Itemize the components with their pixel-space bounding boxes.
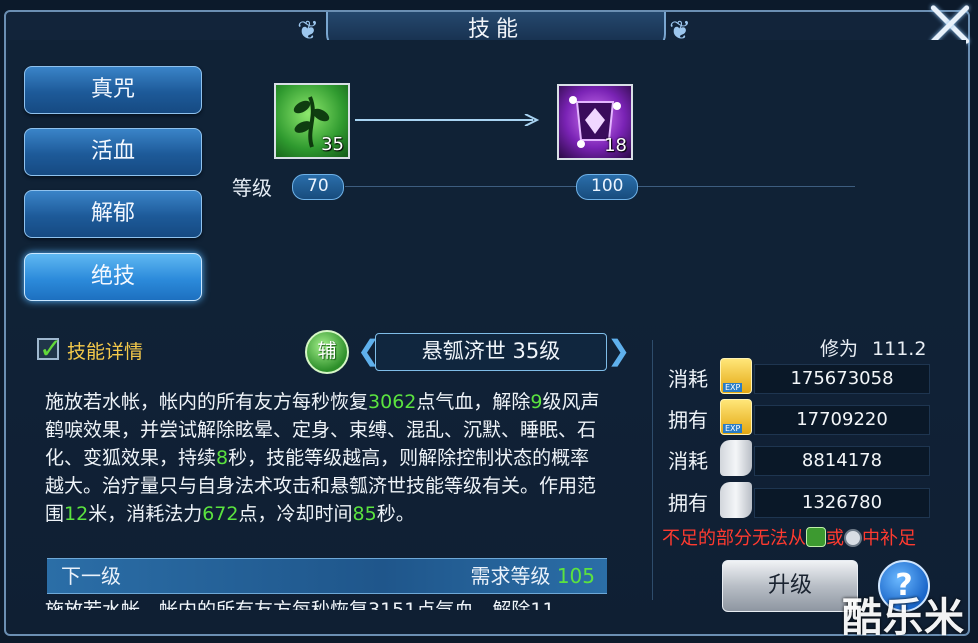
exp-book-icon [720,358,752,394]
level-label: 等级 [232,176,272,200]
warning-text-3: 中补足 [862,528,916,549]
purple-leaf-skill-icon[interactable]: 18 [557,84,633,160]
cost-label: 消耗 [668,367,708,391]
tab-zhenzhou[interactable]: 真咒 [24,66,202,114]
tab-jieyu[interactable]: 解郁 [24,190,202,238]
cost-exp-value: 175673058 [754,364,930,394]
skill-detail-panel: ✓ 技能详情 辅 ❮ 悬瓠济世 35级 ❯ 施放若水帐，帐内的所有友方每秒恢复3… [35,330,635,620]
cultivation-value: 111.2 [872,338,927,360]
skill-description: 施放若水帐，帐内的所有友方每秒恢复3062点气血，解除9级风声鹤唳效果，并尝试解… [45,388,605,528]
own-silver-row: 拥有 1326780 [668,482,933,518]
highlight-number: 672 [202,503,239,525]
highlight-number: 85 [352,503,377,525]
cultivation-readout: 修为 111.2 [820,334,926,361]
description-text: 秒。 [376,503,415,525]
description-text: 施放若水帐，帐内的所有友方每秒恢复 [45,391,369,413]
required-level-label: 需求等级 105 [470,559,595,593]
detail-checkbox[interactable]: ✓ [37,332,62,365]
required-level-value: 105 [556,564,595,588]
detail-checkbox-label[interactable]: 技能详情 [67,337,143,364]
cultivation-label: 修为 [820,338,859,360]
highlight-number: 9 [530,391,543,413]
ornament-right-icon: ❯ [607,334,631,367]
own-exp-row: 拥有 17709220 [668,399,933,435]
skill-level-badge: 18 [604,135,627,156]
cost-silver-value: 8814178 [754,446,930,476]
own-label: 拥有 [668,491,708,515]
description-text: 米，消耗法力 [88,503,203,525]
silver-scroll-icon [720,440,752,476]
cost-silver-row: 消耗 8814178 [668,440,933,476]
own-exp-value: 17709220 [754,405,930,435]
upgrade-button[interactable]: 升级 [722,560,858,612]
coin-icon [844,529,862,547]
panel-divider [652,340,653,600]
exp-book-icon [720,399,752,435]
warning-text-1: 不足的部分无法从 [662,528,806,549]
highlight-number: 8 [216,447,229,469]
green-leaf-skill-icon[interactable]: 35 [274,83,350,159]
checkmark-icon: ✓ [39,332,63,365]
description-text: 点，冷却时间 [238,503,353,525]
own-label: 拥有 [668,408,708,432]
description-text: 点气血，解除 [416,391,531,413]
warning-text-2: 或 [826,528,844,549]
tab-jueji[interactable]: 绝技 [24,253,202,301]
support-type-badge: 辅 [305,330,349,374]
tab-huoxue[interactable]: 活血 [24,128,202,176]
own-silver-value: 1326780 [754,488,930,518]
site-watermark: 酷乐米 [842,595,965,641]
skill-name-title: 悬瓠济世 35级 [375,333,607,371]
cost-exp-row: 消耗 175673058 [668,358,933,394]
skill-level-badge: 35 [321,134,344,155]
next-level-bar: 下一级 需求等级 105 [47,558,607,594]
next-level-label: 下一级 [61,564,121,588]
highlight-number: 12 [64,503,89,525]
highlight-number: 3062 [368,391,417,413]
next-level-description: 施放若水帐，帐内的所有友方每秒恢复3151点气血，解除11 [45,599,555,610]
required-level-70: 70 [292,174,344,200]
upgrade-path-arrow-icon [355,114,540,126]
silver-scroll-icon [720,482,752,518]
required-level-text: 需求等级 [470,564,551,588]
cost-label: 消耗 [668,449,708,473]
insufficient-warning: 不足的部分无法从或中补足 [662,524,916,550]
exp-token-icon [806,527,826,547]
required-level-100: 100 [576,174,639,200]
